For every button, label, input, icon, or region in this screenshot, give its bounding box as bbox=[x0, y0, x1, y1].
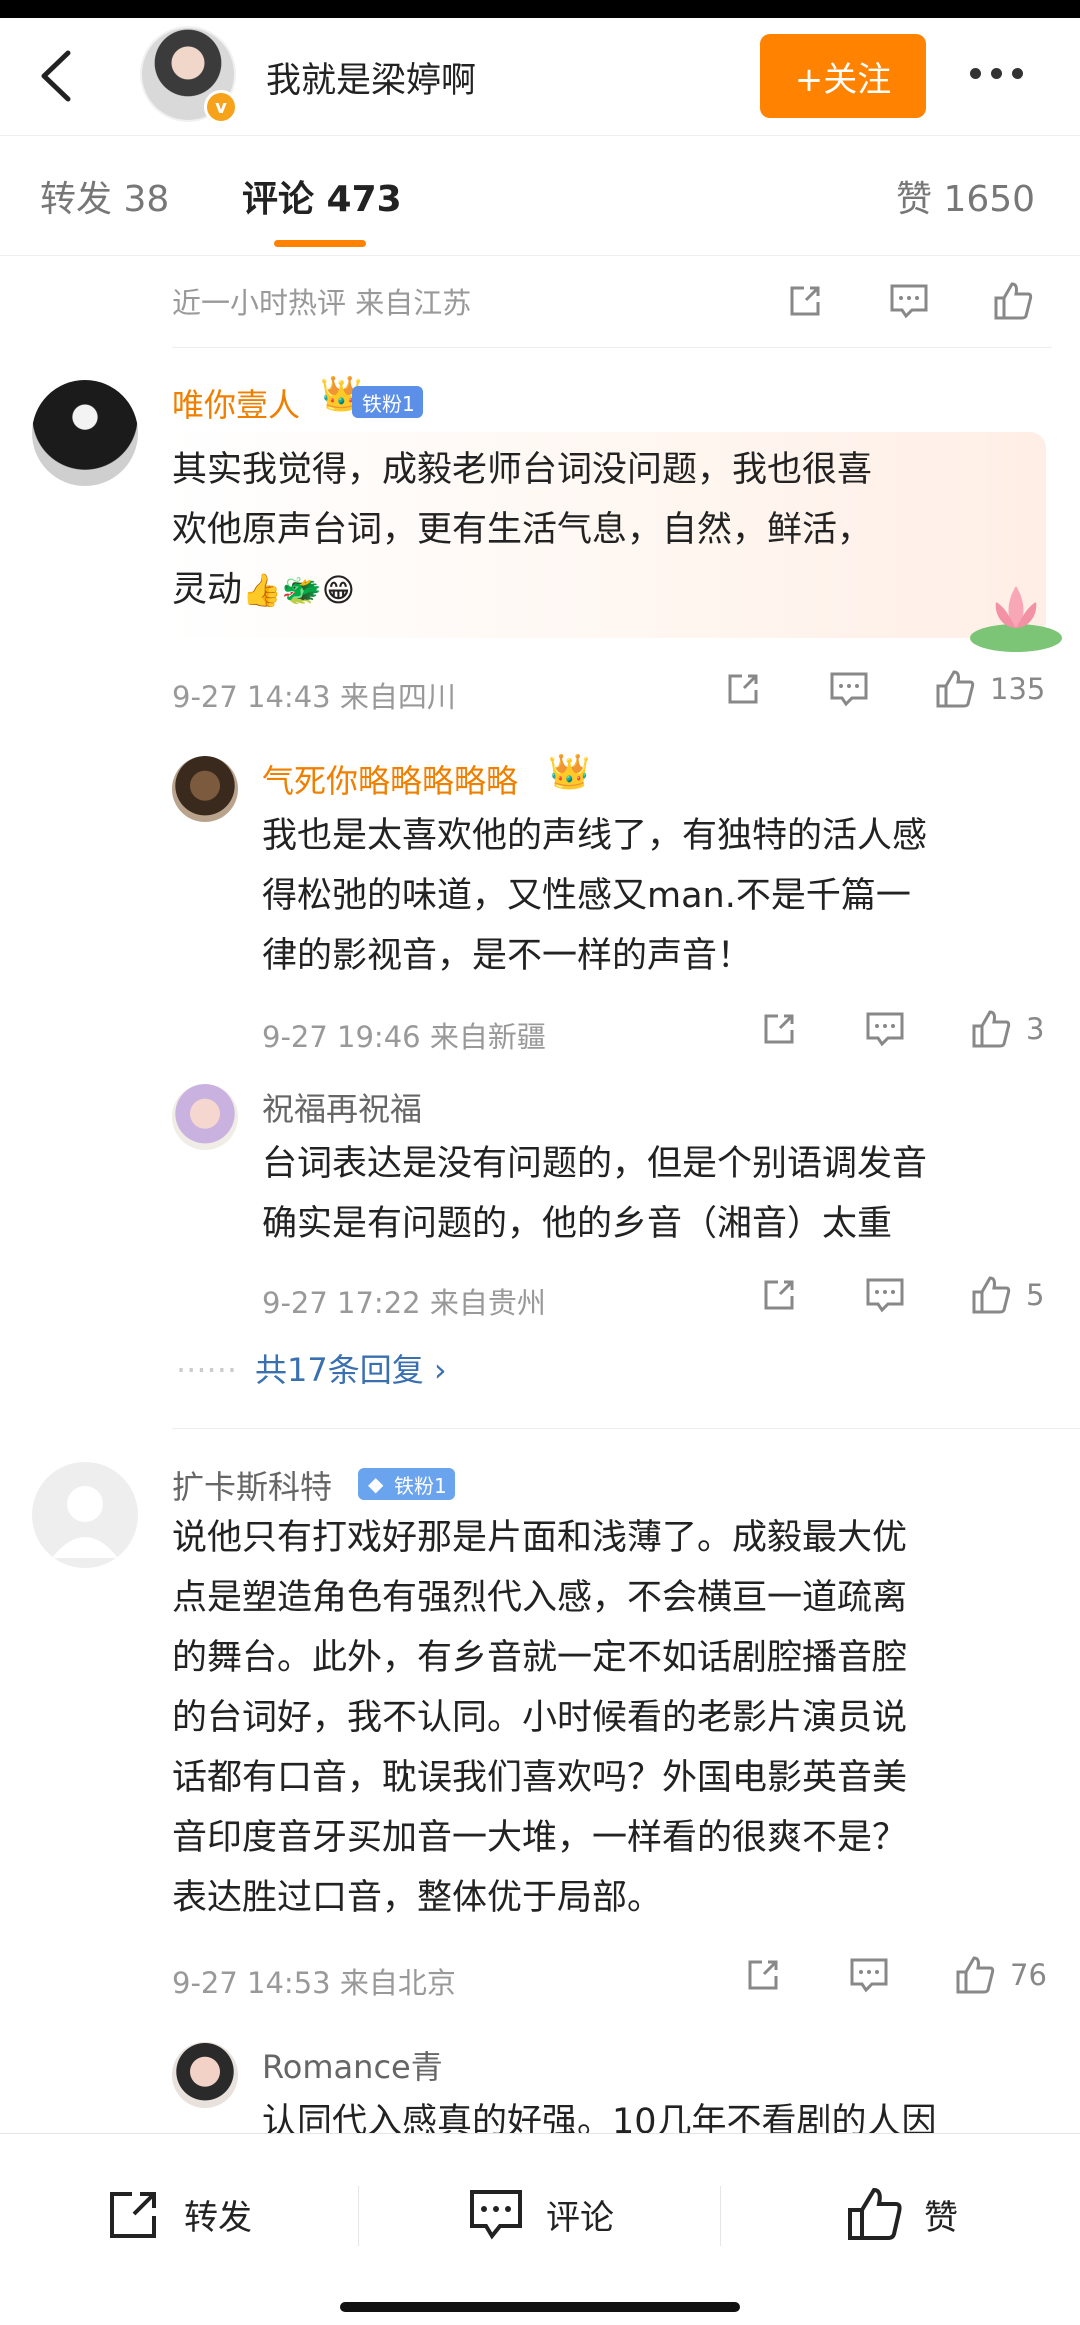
default-avatar-icon bbox=[52, 1486, 118, 1558]
comment-icon[interactable] bbox=[828, 668, 870, 710]
like-icon bbox=[972, 1010, 1011, 1048]
more-icon[interactable] bbox=[970, 58, 1040, 88]
repost-icon[interactable] bbox=[742, 1954, 784, 1996]
comment-icon bbox=[470, 2190, 522, 2240]
repost-icon[interactable] bbox=[758, 1274, 800, 1316]
like-button[interactable]: 3 bbox=[970, 1008, 1044, 1050]
reply-meta: 9-27 17:22 来自贵州 bbox=[262, 1286, 546, 1320]
like-button[interactable]: 5 bbox=[970, 1274, 1044, 1316]
like-button[interactable]: 赞 bbox=[844, 2184, 958, 2244]
comment-username[interactable]: 唯你壹人 bbox=[172, 380, 300, 426]
repost-icon bbox=[110, 2192, 156, 2238]
tab-reposts[interactable]: 转发 38 bbox=[40, 170, 169, 222]
comment-button[interactable]: 评论 bbox=[466, 2184, 614, 2244]
comment-meta: 9-27 14:53 来自北京 bbox=[172, 1966, 456, 2000]
like-icon bbox=[972, 1276, 1011, 1314]
bar-divider bbox=[720, 2186, 721, 2246]
like-count: 76 bbox=[1010, 1958, 1047, 1992]
like-icon bbox=[956, 1956, 995, 1994]
reply-username[interactable]: 气死你略略略略略 bbox=[262, 756, 518, 802]
reply-username[interactable]: 祝福再祝福 bbox=[262, 1084, 422, 1130]
repost-icon[interactable] bbox=[784, 280, 826, 322]
comment-icon[interactable] bbox=[848, 1954, 890, 1996]
like-icon bbox=[936, 670, 975, 708]
reply-avatar[interactable] bbox=[172, 1084, 238, 1150]
comment-divider bbox=[172, 1428, 1080, 1429]
back-button[interactable] bbox=[28, 48, 84, 104]
comment-text: 说他只有打戏好那是片面和浅薄了。成毅最大优 点是塑造角色有强烈代入感，不会横亘一… bbox=[172, 1518, 908, 1918]
repost-icon[interactable] bbox=[722, 668, 764, 710]
reply-avatar[interactable] bbox=[172, 2042, 238, 2108]
reply-avatar[interactable] bbox=[172, 756, 238, 822]
comment-avatar[interactable] bbox=[32, 380, 138, 486]
active-tab-indicator bbox=[274, 240, 366, 247]
reply-text: 我也是太喜欢他的声线了，有独特的活人感 得松弛的味道，又性感又man.不是千篇一… bbox=[262, 816, 928, 976]
like-icon bbox=[848, 2187, 902, 2240]
status-bar bbox=[0, 0, 1080, 18]
more-replies-link[interactable]: ······ 共17条回复 › bbox=[176, 1345, 447, 1391]
follow-button[interactable]: +关注 bbox=[760, 34, 926, 118]
diamond-icon: ◆ bbox=[368, 1472, 384, 1496]
author-name[interactable]: 我就是梁婷啊 bbox=[266, 52, 476, 103]
profile-header: v 我就是梁婷啊 +关注 bbox=[0, 18, 1080, 136]
reply-meta: 9-27 19:46 来自新疆 bbox=[262, 1020, 546, 1054]
comment-icon[interactable] bbox=[864, 1008, 906, 1050]
hot-comment-bar: 近一小时热评 来自江苏 bbox=[172, 256, 1052, 348]
post-tabs: 转发 38 评论 473 赞 1650 bbox=[0, 136, 1080, 256]
bottom-action-bar: 转发 评论 赞 bbox=[0, 2133, 1080, 2325]
fan-badge: ◆ 铁粉1 bbox=[358, 1468, 455, 1500]
tab-comments[interactable]: 评论 473 bbox=[242, 170, 402, 222]
reply-text: 认同代入感真的好强。10几年不看剧的人因 bbox=[262, 2102, 937, 2134]
like-button[interactable]: 135 bbox=[934, 668, 1045, 710]
reply-username[interactable]: Romance青 bbox=[262, 2042, 443, 2088]
fan-badge: 铁粉1 bbox=[352, 386, 423, 418]
hot-comment-label: 近一小时热评 来自江苏 bbox=[172, 286, 472, 320]
comment-icon[interactable] bbox=[864, 1274, 906, 1316]
home-indicator bbox=[340, 2302, 740, 2312]
verified-icon: v bbox=[204, 90, 238, 124]
comment-meta: 9-27 14:43 来自四川 bbox=[172, 680, 456, 714]
repost-button[interactable]: 转发 bbox=[104, 2184, 252, 2244]
comment-icon[interactable] bbox=[888, 280, 930, 322]
crown-icon: 👑 bbox=[548, 752, 591, 792]
dots-icon: ······ bbox=[176, 1351, 238, 1389]
bar-divider bbox=[358, 2186, 359, 2246]
repost-icon[interactable] bbox=[758, 1008, 800, 1050]
comment-text: 其实我觉得，成毅老师台词没问题，我也很喜 欢他原声台词，更有生活气息，自然，鲜活… bbox=[172, 450, 873, 610]
reply-text: 台词表达是没有问题的，但是个别语调发音 确实是有问题的，他的乡音（湘音）太重 bbox=[262, 1144, 928, 1244]
like-button[interactable]: 76 bbox=[954, 1954, 1047, 1996]
like-count: 5 bbox=[1026, 1278, 1045, 1312]
like-icon[interactable] bbox=[992, 280, 1034, 322]
tab-likes[interactable]: 赞 1650 bbox=[896, 170, 1035, 222]
comment-avatar[interactable] bbox=[32, 1462, 138, 1568]
comment-username[interactable]: 扩卡斯科特 bbox=[172, 1462, 332, 1508]
like-count: 135 bbox=[990, 672, 1046, 706]
chevron-left-icon bbox=[41, 50, 71, 102]
like-count: 3 bbox=[1026, 1012, 1045, 1046]
